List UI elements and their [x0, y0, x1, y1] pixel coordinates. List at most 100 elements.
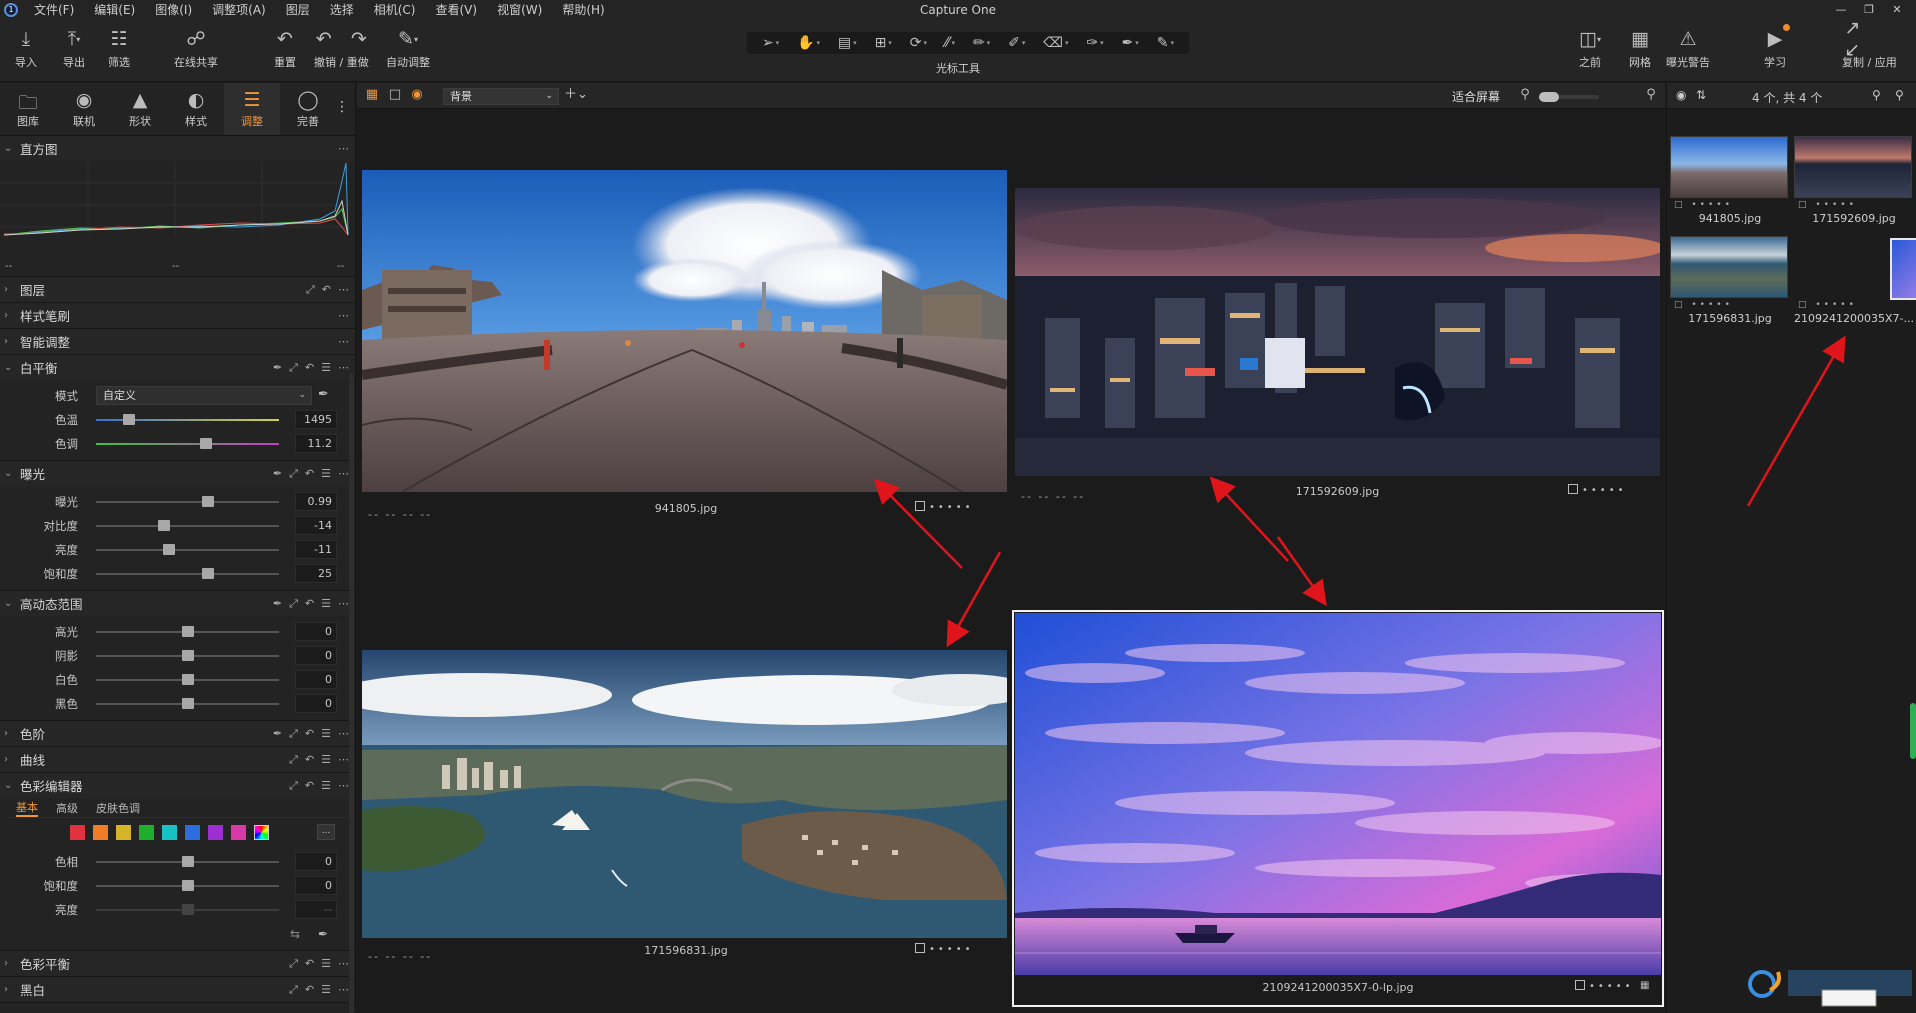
thumbnail-rating[interactable]: □ •••••: [1670, 198, 1790, 212]
picker-icon[interactable]: ✒: [273, 597, 282, 610]
blacks-value[interactable]: 0: [295, 694, 337, 713]
color-swatch-cyan[interactable]: [162, 824, 177, 840]
layer-select[interactable]: 背景 ⌄: [443, 88, 559, 105]
curves-header[interactable]: › 曲线 ⤢ ↶ ☰ ⋯: [0, 747, 355, 772]
ce-saturation-slider[interactable]: [96, 880, 279, 891]
whites-slider[interactable]: [96, 674, 279, 685]
hdr-header[interactable]: ⌄ 高动态范围 ✒ ⤢ ↶ ☰ ⋯: [0, 591, 355, 616]
tab-library[interactable]: 🗀 图库: [0, 83, 56, 135]
color-swatch-blue[interactable]: [185, 824, 200, 840]
slider-thumb[interactable]: [199, 438, 212, 449]
presets-icon[interactable]: ☰: [321, 753, 331, 766]
tools-scrollbar[interactable]: [349, 373, 354, 1013]
search-alt-icon[interactable]: ⚲: [1895, 88, 1904, 102]
reset-section-icon[interactable]: ↶: [305, 361, 314, 374]
reset-section-icon[interactable]: ↶: [305, 983, 314, 996]
expand-icon[interactable]: ⤢: [289, 361, 298, 375]
search-icon[interactable]: ⚲: [1872, 88, 1881, 102]
black-white-header[interactable]: › 黑白 ⤢ ↶ ☰ ⋯: [0, 977, 355, 1002]
exposure-warning-button[interactable]: ⚠ 曝光警告: [1666, 26, 1710, 70]
smart-adjust-header[interactable]: › 智能调整 ⋯: [0, 329, 355, 354]
crop-icon[interactable]: ⊞ ▾: [875, 35, 892, 51]
before-button[interactable]: ◫ ▾ 之前: [1577, 26, 1603, 70]
color-swatch-green[interactable]: [139, 824, 154, 840]
histogram-header[interactable]: ⌄ 直方图 ⋯: [0, 136, 355, 161]
checkbox-icon[interactable]: [1575, 980, 1585, 990]
tab-shape[interactable]: ▲ 形状: [112, 83, 168, 135]
thumbnail-171596831[interactable]: □ ••••• 171596831.jpg: [1670, 236, 1790, 325]
expand-icon[interactable]: ⤢: [289, 957, 298, 971]
image-sydney-harbour[interactable]: [362, 650, 1007, 938]
more-icon[interactable]: ⋯: [338, 309, 349, 322]
slider-thumb[interactable]: [181, 856, 194, 867]
select-cursor-icon[interactable]: ➢ ▾: [762, 35, 779, 51]
color-editor-header[interactable]: ⌄ 色彩编辑器 ⤢ ↶ ☰ ⋯: [0, 773, 355, 798]
more-icon[interactable]: ⋯: [338, 335, 349, 348]
thumbnail-rating[interactable]: □ •••••: [1670, 298, 1790, 312]
eyedropper-icon[interactable]: ✒: [318, 387, 329, 402]
erase-mask-icon[interactable]: ⌫ ▾: [1043, 35, 1068, 51]
expand-icon[interactable]: ⤢: [289, 983, 298, 997]
menu-camera[interactable]: 相机(C): [364, 0, 426, 20]
shadows-slider[interactable]: [96, 650, 279, 661]
color-swatch-yellow[interactable]: [116, 824, 131, 840]
more-icon[interactable]: ⋯: [338, 957, 349, 970]
levels-header[interactable]: › 色阶 ✒ ⤢ ↶ ☰ ⋯: [0, 721, 355, 746]
menu-select[interactable]: 选择: [320, 0, 364, 20]
more-icon[interactable]: ⋯: [338, 727, 349, 740]
slider-thumb[interactable]: [181, 880, 194, 891]
ce-lightness-slider[interactable]: [96, 904, 279, 915]
learn-button[interactable]: ▶ 学习: [1762, 24, 1790, 70]
style-brush-header[interactable]: › 样式笔刷 ⋯: [0, 303, 355, 328]
thumbnail-image[interactable]: [1794, 136, 1912, 198]
presets-icon[interactable]: ☰: [321, 361, 331, 374]
keystone-icon[interactable]: ⁄⁄ ▾: [945, 35, 955, 51]
reset-section-icon[interactable]: ↶: [305, 727, 314, 740]
rotate-icon[interactable]: ⟳ ▾: [910, 35, 927, 51]
more-icon[interactable]: ⋯: [338, 597, 349, 610]
color-swatch-red[interactable]: [70, 824, 85, 840]
thumbnail-171592609[interactable]: □ ••••• 171592609.jpg: [1794, 136, 1914, 225]
menu-window[interactable]: 视窗(W): [487, 0, 552, 20]
exposure-header[interactable]: ⌄ 曝光 ✒ ⤢ ↶ ☰ ⋯: [0, 461, 355, 486]
zoom-slider-thumb[interactable]: [1539, 92, 1559, 102]
slider-thumb[interactable]: [201, 496, 214, 507]
image-purple-sunset-sea[interactable]: [1015, 613, 1661, 975]
color-wheel-swatch[interactable]: [254, 824, 269, 840]
slider-thumb[interactable]: [122, 414, 135, 425]
slider-thumb[interactable]: [181, 650, 194, 661]
thumbnail-941805[interactable]: □ ••••• 941805.jpg: [1670, 136, 1790, 225]
thumbnail-image-selected[interactable]: [1890, 238, 1916, 300]
thumbnail-image[interactable]: [1670, 236, 1788, 298]
image-las-vegas-aerial[interactable]: [1015, 188, 1660, 476]
thumbnail-2109241200035X7[interactable]: □ ••••• 2109241200035X7-...: [1794, 236, 1916, 325]
expand-icon[interactable]: ⤢: [289, 467, 298, 481]
menu-adjustments[interactable]: 调整项(A): [202, 0, 276, 20]
tab-adjust[interactable]: ☰ 调整: [224, 83, 280, 135]
checkbox-icon[interactable]: [1568, 484, 1578, 494]
reset-section-icon[interactable]: ↶: [305, 597, 314, 610]
zoom-out-icon[interactable]: ⚲: [1517, 88, 1533, 102]
more-icon[interactable]: ⋯: [338, 283, 349, 296]
image-shanghai-panorama[interactable]: [362, 170, 1007, 492]
blacks-slider[interactable]: [96, 698, 279, 709]
tab-capture[interactable]: ◉ 联机: [56, 83, 112, 135]
brightness-slider[interactable]: [96, 544, 279, 555]
tab-advanced[interactable]: 高级: [56, 800, 78, 816]
reset-section-icon[interactable]: ↶: [305, 753, 314, 766]
rating-stars[interactable]: •••••: [1568, 484, 1627, 496]
reset-section-icon[interactable]: ↶: [305, 467, 314, 480]
contrast-slider[interactable]: [96, 520, 279, 531]
highlights-slider[interactable]: [96, 626, 279, 637]
tab-style[interactable]: ◐ 样式: [168, 83, 224, 135]
checkbox-icon[interactable]: [915, 501, 925, 511]
presets-icon[interactable]: ☰: [321, 983, 331, 996]
fit-screen-label[interactable]: 适合屏幕: [1452, 88, 1500, 105]
eye-icon[interactable]: ◉: [1676, 88, 1686, 102]
color-balance-header[interactable]: › 色彩平衡 ⤢ ↶ ☰ ⋯: [0, 951, 355, 976]
more-icon[interactable]: ⋯: [338, 779, 349, 792]
expand-icon[interactable]: ⤢: [289, 727, 298, 741]
presets-icon[interactable]: ☰: [321, 727, 331, 740]
wb-tint-slider[interactable]: [96, 438, 279, 449]
expand-icon[interactable]: ⤢: [289, 779, 298, 793]
